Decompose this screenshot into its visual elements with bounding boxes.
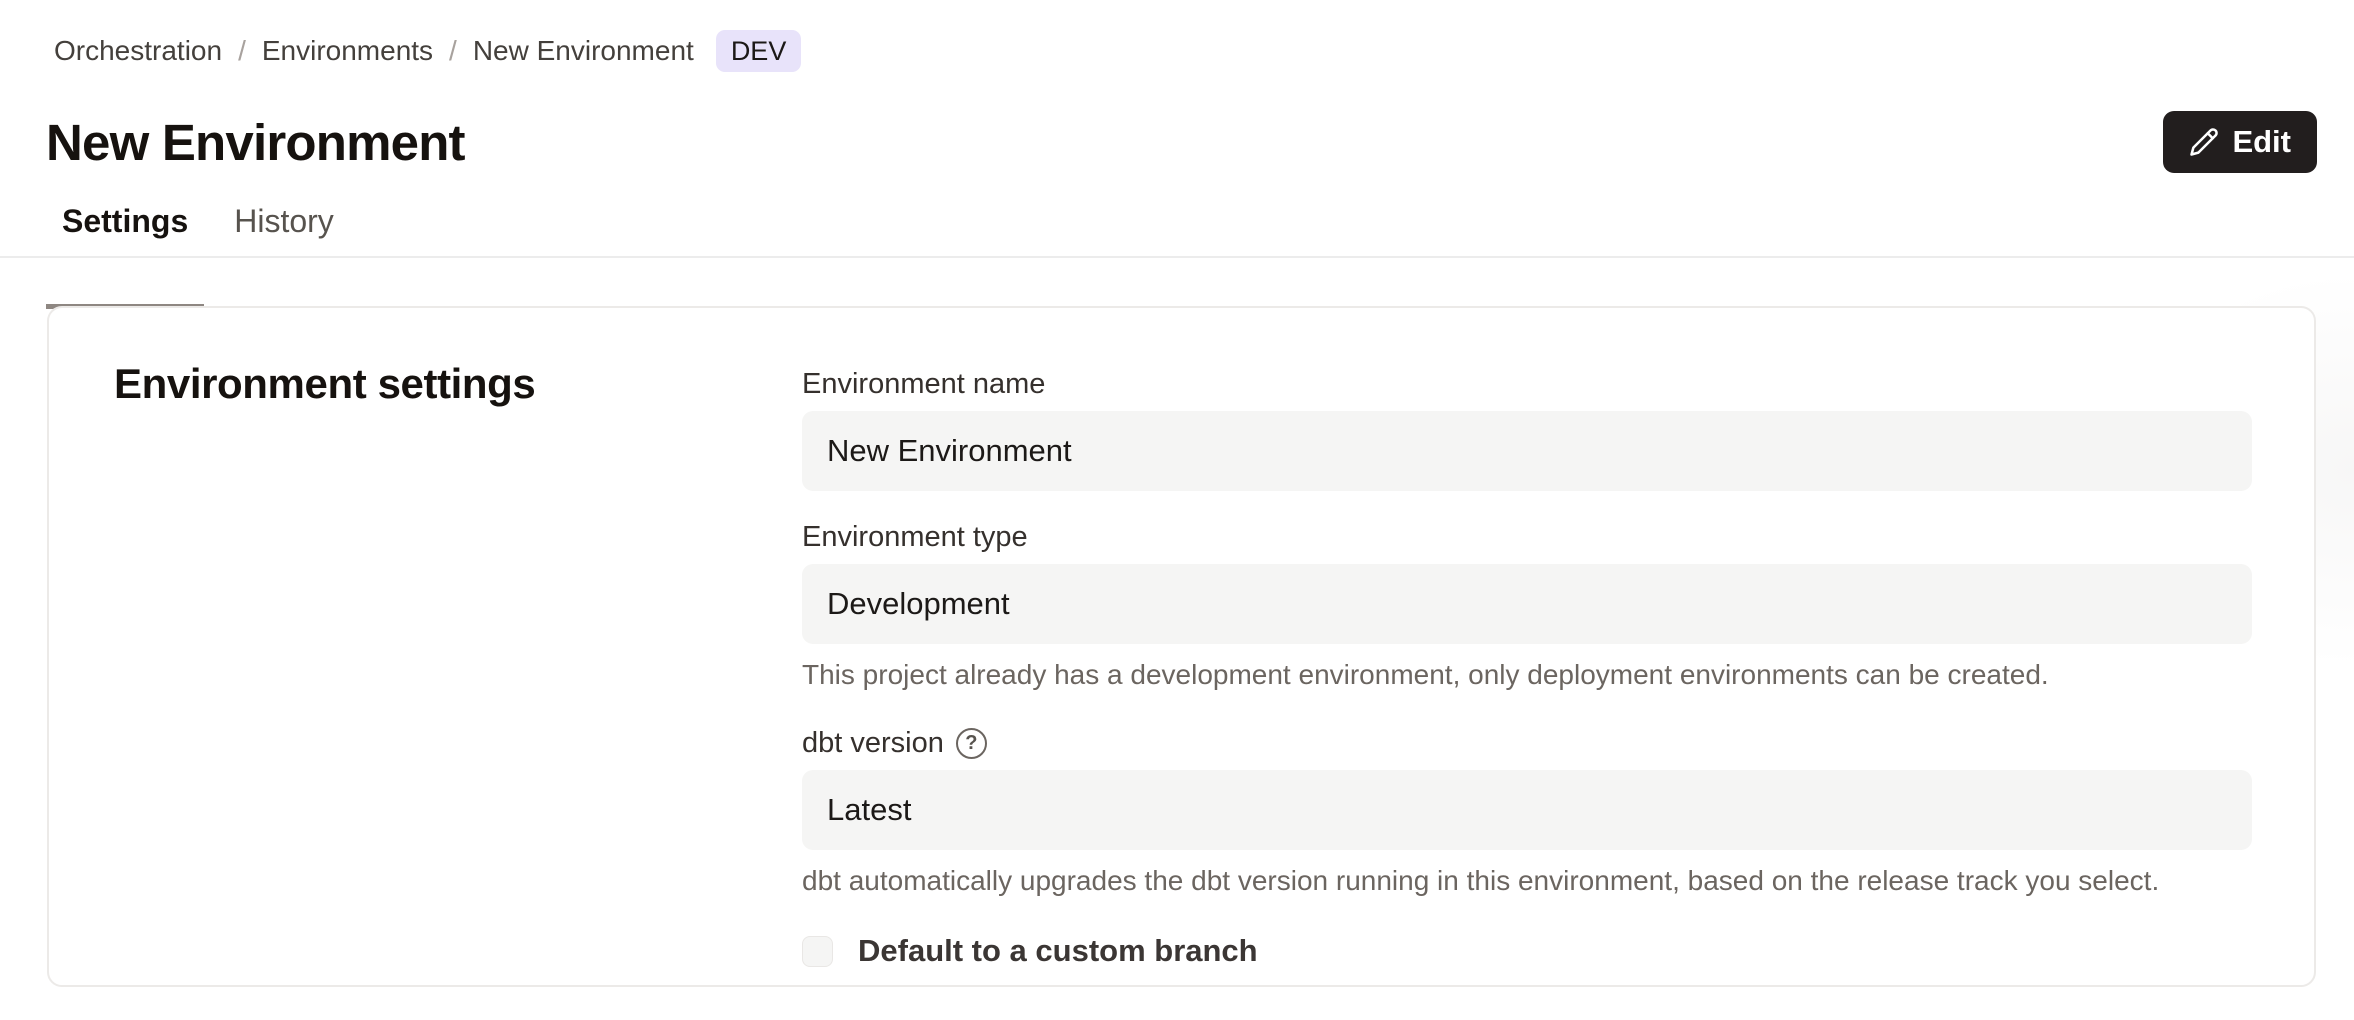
- environment-settings-heading: Environment settings: [114, 360, 535, 408]
- dbt-version-label: dbt version ?: [802, 727, 2252, 760]
- breadcrumb-environments[interactable]: Environments: [262, 35, 433, 67]
- breadcrumb-orchestration[interactable]: Orchestration: [54, 35, 222, 67]
- breadcrumb-new-environment[interactable]: New Environment: [473, 35, 694, 67]
- page-title: New Environment: [46, 113, 465, 172]
- tab-settings-label: Settings: [62, 203, 188, 239]
- tab-history[interactable]: History: [218, 201, 350, 256]
- tab-settings[interactable]: Settings: [46, 201, 204, 256]
- dbt-version-field: dbt version ? dbt automatically upgrades…: [802, 727, 2252, 897]
- breadcrumb-separator: /: [238, 35, 246, 67]
- dbt-version-helper-text: dbt automatically upgrades the dbt versi…: [802, 865, 2252, 897]
- custom-branch-row: Default to a custom branch: [802, 933, 2252, 969]
- breadcrumb-separator: /: [449, 35, 457, 67]
- environment-type-input[interactable]: [802, 564, 2252, 644]
- dbt-version-label-text: dbt version: [802, 727, 944, 760]
- custom-branch-checkbox[interactable]: [802, 936, 833, 967]
- dev-environment-badge: DEV: [716, 30, 802, 72]
- edit-button-label: Edit: [2232, 124, 2291, 160]
- environment-settings-form: Environment name Environment type This p…: [802, 368, 2252, 969]
- tab-bar: Settings History: [46, 201, 350, 256]
- help-icon[interactable]: ?: [956, 728, 987, 759]
- tab-bar-divider: [0, 256, 2354, 258]
- environment-type-label-text: Environment type: [802, 521, 1028, 554]
- environment-type-label: Environment type: [802, 521, 2252, 554]
- custom-branch-label: Default to a custom branch: [858, 933, 1258, 969]
- environment-type-field: Environment type This project already ha…: [802, 521, 2252, 691]
- pencil-icon: [2189, 127, 2219, 157]
- environment-name-label-text: Environment name: [802, 368, 1045, 401]
- edit-button[interactable]: Edit: [2163, 111, 2317, 173]
- environment-name-label: Environment name: [802, 368, 2252, 401]
- environment-settings-card: Environment settings Environment name En…: [47, 306, 2316, 987]
- breadcrumb: Orchestration / Environments / New Envir…: [54, 30, 801, 72]
- dbt-version-input[interactable]: [802, 770, 2252, 850]
- tab-history-label: History: [234, 203, 334, 239]
- environment-name-field: Environment name: [802, 368, 2252, 491]
- page-header: New Environment Edit: [46, 110, 2317, 174]
- environment-name-input[interactable]: [802, 411, 2252, 491]
- environment-type-helper-text: This project already has a development e…: [802, 659, 2252, 691]
